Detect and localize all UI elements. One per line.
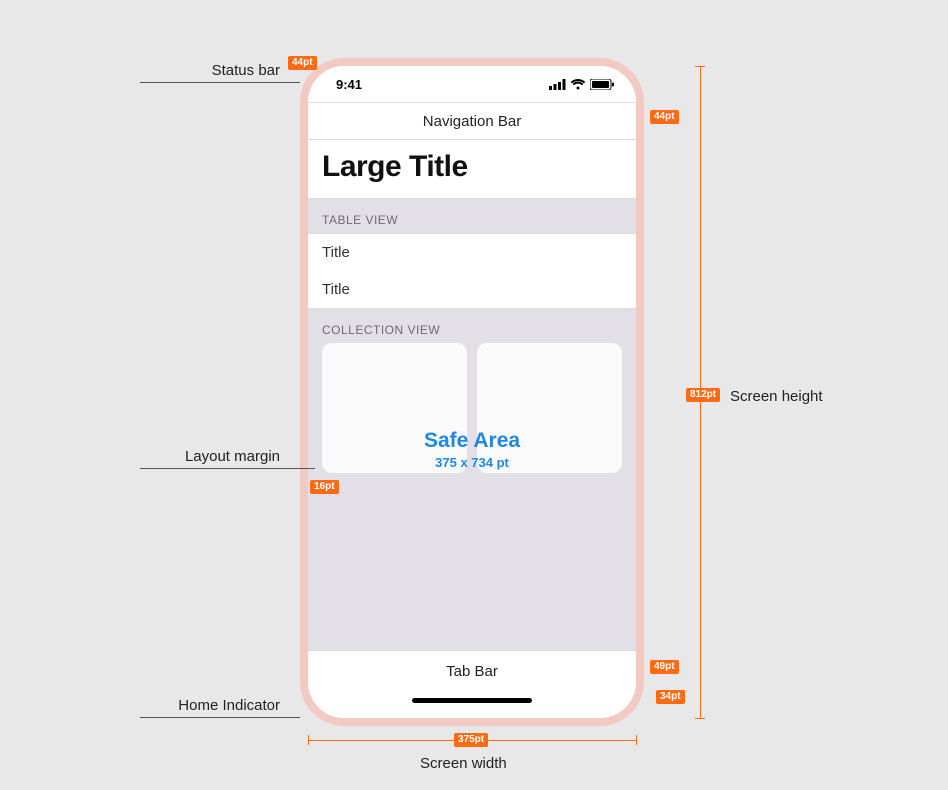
rule-layout-margin: [140, 468, 315, 469]
label-layout-margin: Layout margin: [140, 448, 280, 465]
collection-view-header: COLLECTION VIEW: [308, 309, 636, 343]
tab-bar: Tab Bar: [308, 650, 636, 692]
dim-cap: [695, 718, 705, 719]
large-title-area: Large Title: [308, 140, 636, 199]
rule-home-indicator: [140, 717, 300, 718]
dim-cap: [308, 735, 309, 745]
collection-card[interactable]: [322, 343, 467, 473]
tag-tab-bar-height: 49pt: [650, 660, 679, 674]
home-indicator[interactable]: [412, 698, 532, 703]
tag-screen-width: 375pt: [454, 733, 488, 747]
status-icons: [549, 79, 614, 90]
cellular-icon: [549, 79, 566, 90]
tag-nav-bar-height: 44pt: [650, 110, 679, 124]
table-view-header: TABLE VIEW: [308, 199, 636, 233]
collection-card[interactable]: [477, 343, 622, 473]
table-row[interactable]: Title: [308, 271, 636, 309]
dim-cap: [695, 66, 705, 67]
label-screen-width: Screen width: [420, 755, 507, 772]
phone-frame: 9:41 Navigation Bar Large Title TABLE VI…: [300, 58, 644, 726]
tag-layout-margin-width: 16pt: [310, 480, 339, 494]
wifi-icon: [570, 79, 586, 90]
status-time: 9:41: [336, 77, 362, 92]
tag-status-bar-height: 44pt: [288, 56, 317, 70]
rule-status-bar: [140, 82, 300, 83]
phone-screen: 9:41 Navigation Bar Large Title TABLE VI…: [308, 66, 636, 718]
diagram-stage: 9:41 Navigation Bar Large Title TABLE VI…: [0, 0, 948, 790]
navigation-bar-title: Navigation Bar: [423, 113, 521, 130]
tag-home-indicator-height: 34pt: [656, 690, 685, 704]
collection-row: [308, 343, 636, 473]
tag-screen-height: 812pt: [686, 388, 720, 402]
home-indicator-area: [308, 692, 636, 718]
label-screen-height: Screen height: [730, 388, 823, 405]
battery-icon: [590, 79, 614, 90]
large-title: Large Title: [322, 150, 622, 184]
status-bar: 9:41: [308, 66, 636, 102]
tab-bar-title: Tab Bar: [446, 663, 498, 680]
dim-cap: [636, 735, 637, 745]
label-home-indicator: Home Indicator: [140, 697, 280, 714]
table-row[interactable]: Title: [308, 233, 636, 272]
label-status-bar: Status bar: [140, 62, 280, 79]
navigation-bar: Navigation Bar: [308, 102, 636, 140]
content-area: TABLE VIEW Title Title COLLECTION VIEW S…: [308, 199, 636, 650]
